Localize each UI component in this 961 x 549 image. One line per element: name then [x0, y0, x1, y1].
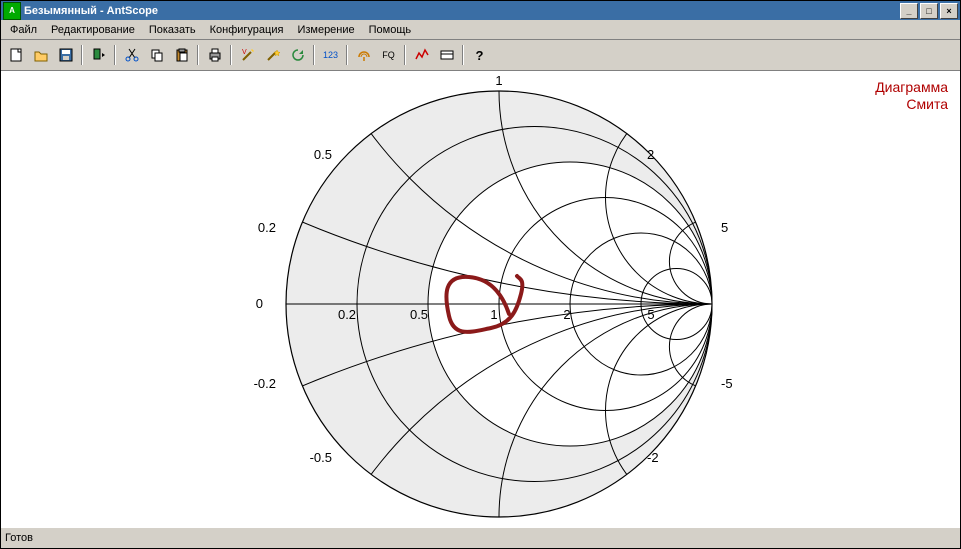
numbers-icon: 123: [323, 50, 338, 60]
perimeter-label-0-left: 0: [256, 296, 263, 311]
status-bar: Готов: [1, 527, 960, 548]
broadcast-button[interactable]: [351, 43, 376, 67]
print-button[interactable]: [202, 43, 227, 67]
menu-show[interactable]: Показать: [142, 22, 203, 38]
toolbar-separator: [404, 45, 406, 65]
toolbar: V 123 FQ ?: [1, 40, 960, 71]
status-text: Готов: [5, 532, 33, 544]
chart-title: Диаграмма Смита: [875, 79, 948, 113]
toolbar-separator: [114, 45, 116, 65]
help-button[interactable]: ?: [467, 43, 492, 67]
axis-label-1: 1: [490, 307, 497, 322]
maximize-button[interactable]: □: [920, 3, 938, 19]
cut-button[interactable]: [119, 43, 144, 67]
wand-star-button[interactable]: [260, 43, 285, 67]
axis-label-5: 5: [647, 307, 654, 322]
app-icon: A: [3, 2, 21, 20]
menu-config[interactable]: Конфигурация: [203, 22, 291, 38]
axis-label-0_2: 0.2: [338, 307, 356, 322]
connect-button[interactable]: [86, 43, 111, 67]
toolbar-separator: [346, 45, 348, 65]
save-button[interactable]: [53, 43, 78, 67]
perimeter-label-0_5-tl: 0.5: [314, 147, 332, 162]
toolbar-separator: [81, 45, 83, 65]
perimeter-label-0_5-bl: -0.5: [310, 450, 332, 465]
chart-area: Диаграмма Смита: [1, 71, 960, 527]
card-button[interactable]: [434, 43, 459, 67]
menu-help[interactable]: Помощь: [362, 22, 419, 38]
copy-button[interactable]: [144, 43, 169, 67]
menu-file[interactable]: Файл: [3, 22, 44, 38]
axis-label-2: 2: [563, 307, 570, 322]
refresh-button[interactable]: [285, 43, 310, 67]
svg-text:V: V: [242, 49, 247, 56]
chart-title-line1: Диаграмма: [875, 79, 948, 96]
perimeter-label-2-tr: 2: [647, 147, 654, 162]
minimize-button[interactable]: _: [900, 3, 918, 19]
toolbar-separator: [462, 45, 464, 65]
numbers-button[interactable]: 123: [318, 43, 343, 67]
toolbar-separator: [197, 45, 199, 65]
perimeter-label-1-bot: -1: [493, 524, 505, 527]
fq-icon: FQ: [382, 50, 395, 60]
help-icon: ?: [476, 48, 484, 63]
perimeter-label-1-top: 1: [495, 73, 502, 88]
new-button[interactable]: [3, 43, 28, 67]
app-window: A Безымянный - AntScope _ □ × Файл Редак…: [0, 0, 961, 549]
perimeter-label-5-br: -5: [721, 376, 733, 391]
open-button[interactable]: [28, 43, 53, 67]
perimeter-label-0_2-bl: -0.2: [254, 376, 276, 391]
fq-button[interactable]: FQ: [376, 43, 401, 67]
menu-measure[interactable]: Измерение: [290, 22, 361, 38]
toolbar-separator: [313, 45, 315, 65]
paste-button[interactable]: [169, 43, 194, 67]
menu-edit[interactable]: Редактирование: [44, 22, 142, 38]
perimeter-label-2-br: -2: [647, 450, 659, 465]
window-title: Безымянный - AntScope: [24, 5, 898, 17]
perimeter-label-0_2-tl: 0.2: [258, 220, 276, 235]
graph-button[interactable]: [409, 43, 434, 67]
axis-label-0_5: 0.5: [410, 307, 428, 322]
perimeter-label-5-tr: 5: [721, 220, 728, 235]
wand-v-button[interactable]: V: [235, 43, 260, 67]
title-bar: A Безымянный - AntScope _ □ ×: [1, 1, 960, 20]
toolbar-separator: [230, 45, 232, 65]
menu-bar: Файл Редактирование Показать Конфигураци…: [1, 20, 960, 40]
close-button[interactable]: ×: [940, 3, 958, 19]
smith-chart: 0.2 0.5 1 2 5 1 0.5 2 0.2 5 0 -0.2 -5 -0…: [1, 71, 958, 527]
chart-title-line2: Смита: [875, 96, 948, 113]
